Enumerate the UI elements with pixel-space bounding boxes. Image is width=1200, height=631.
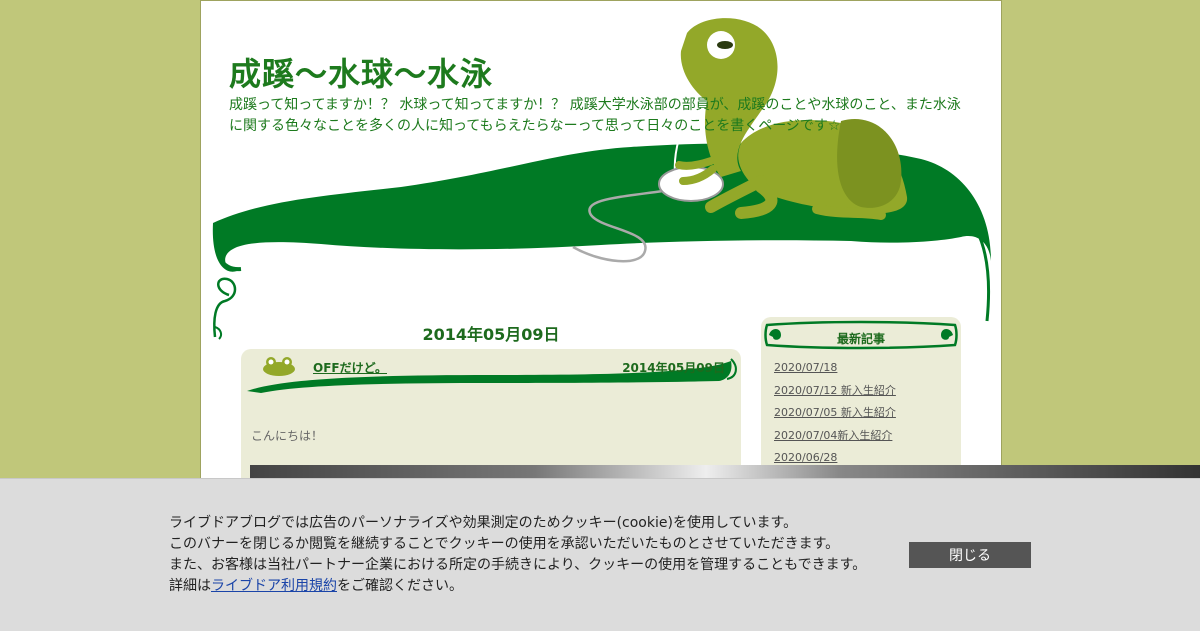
sidebar-title: 最新記事 (836, 332, 885, 346)
cookie-notice-text: ライブドアブログでは広告のパーソナライズや効果測定のためクッキー(cookie)… (169, 513, 866, 597)
cookie-line-3: また、お客様は当社パートナー企業における所定の手続きにより、クッキーの使用を管理… (169, 557, 867, 573)
blog-description: 成蹊って知ってますか！？ 水球って知ってますか！？ 成蹊大学水泳部の部員が、成蹊… (229, 97, 961, 134)
article-date: 2014年05月09日 (622, 361, 725, 375)
recent-post-link[interactable]: 2020/07/12 新入生紹介 (774, 384, 896, 407)
terms-link[interactable]: ライブドア利用規約 (211, 578, 337, 594)
cookie-line-2: このバナーを閉じるか閲覧を継続することでクッキーの使用を承認いただいたものとさせ… (169, 536, 840, 552)
recent-post-link[interactable]: 2020/07/18 (774, 361, 896, 384)
recent-post-link[interactable]: 2020/07/04新入生紹介 (774, 429, 896, 452)
cookie-line-4-suffix: をご確認ください。 (337, 578, 463, 594)
recent-post-link[interactable]: 2020/07/05 新入生紹介 (774, 406, 896, 429)
article-body-text: こんにちは！ (251, 429, 324, 443)
cookie-line-4-prefix: 詳細は (169, 578, 211, 594)
frog-small-icon (263, 357, 295, 376)
recent-posts-list: 2020/07/18 2020/07/12 新入生紹介 2020/07/05 新… (774, 361, 896, 474)
article-title-link[interactable]: OFFだけど。 (313, 359, 387, 376)
blog-title[interactable]: 成蹊～水球～水泳 (229, 49, 493, 95)
article-photo (250, 465, 1200, 479)
cookie-banner: ライブドアブログでは広告のパーソナライズや効果測定のためクッキー(cookie)… (0, 478, 1200, 631)
date-heading: 2014年05月09日 (422, 325, 560, 344)
cookie-line-1: ライブドアブログでは広告のパーソナライズや効果測定のためクッキー(cookie)… (169, 515, 798, 531)
close-button[interactable]: 閉じる (909, 542, 1031, 568)
